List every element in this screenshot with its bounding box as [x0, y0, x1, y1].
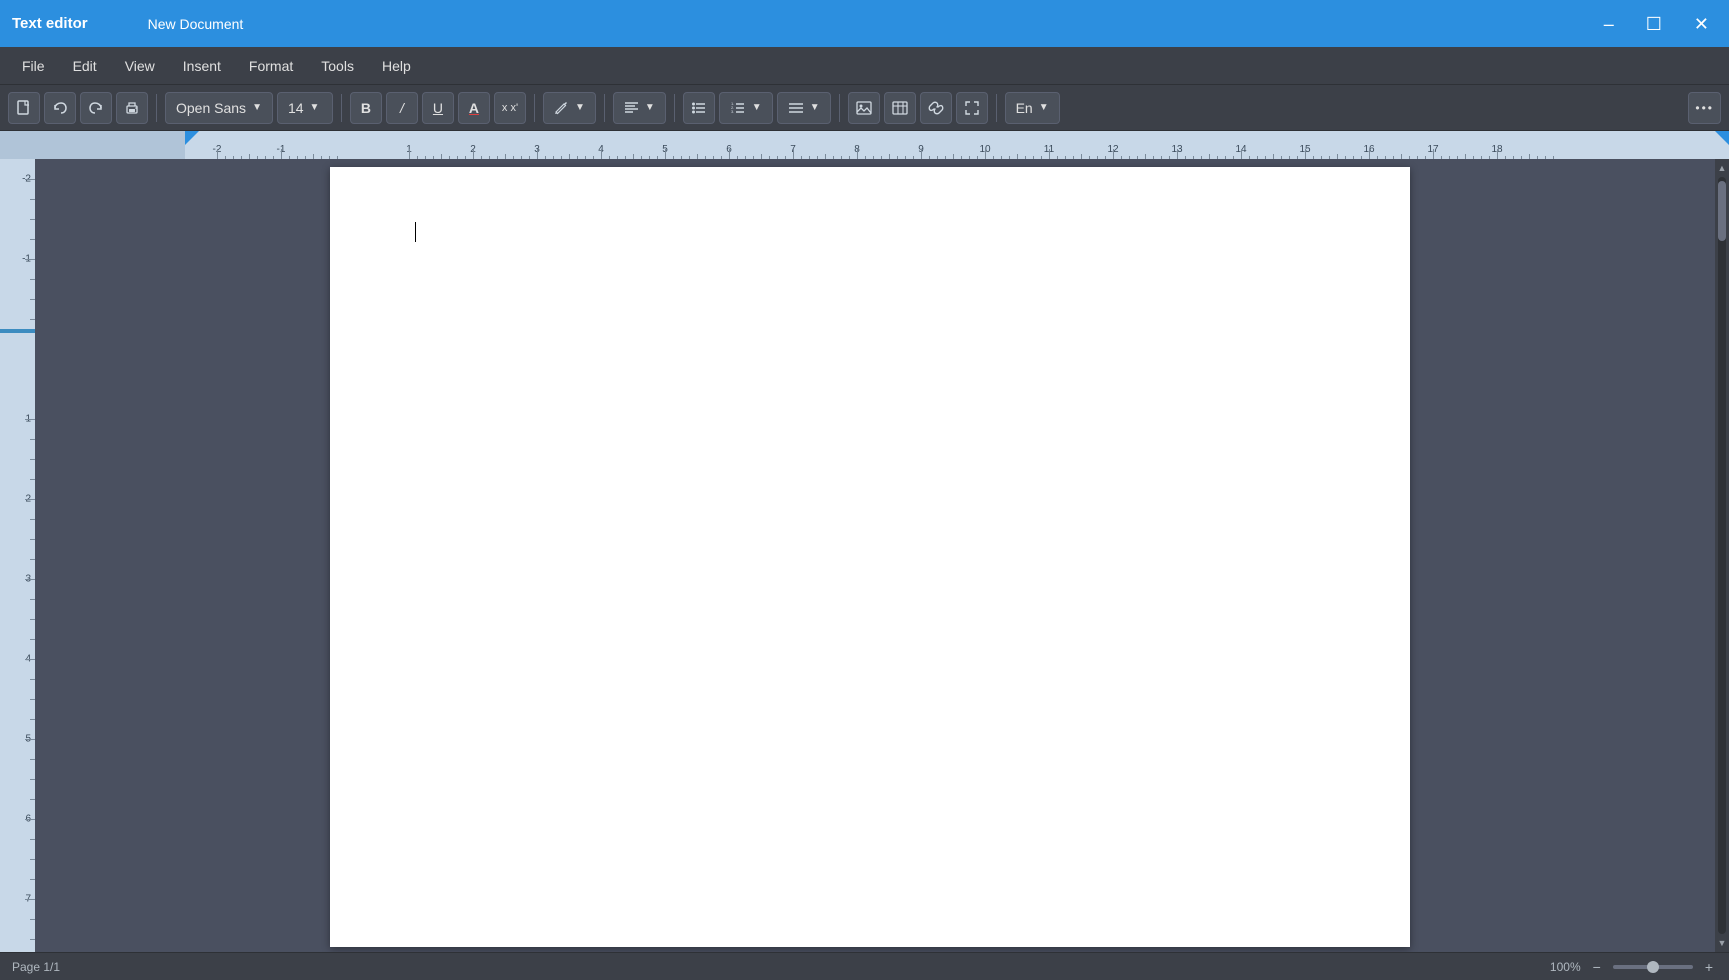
more-options-button[interactable]: ••• [1688, 92, 1721, 124]
v-ruler-active-marker [0, 329, 35, 333]
separator-1 [156, 94, 157, 122]
app-title: Text editor [12, 15, 88, 32]
close-button[interactable]: ✕ [1686, 11, 1717, 37]
image-icon [856, 100, 872, 116]
zoom-slider-thumb [1647, 961, 1659, 973]
ruler-marks: -2-1123456789101112131415161718 [185, 131, 1729, 159]
list-caret: ▼ [752, 102, 762, 113]
super-sub-button[interactable]: x x' [494, 92, 526, 124]
insert-link-button[interactable] [920, 92, 952, 124]
zoom-out-button[interactable]: − [1589, 957, 1605, 977]
fullscreen-button[interactable] [956, 92, 988, 124]
language-dropdown[interactable]: En ▼ [1005, 92, 1060, 124]
font-size-caret: ▼ [310, 102, 320, 113]
text-cursor [415, 222, 416, 242]
table-icon [892, 100, 908, 116]
zoom-level: 100% [1550, 960, 1581, 974]
separator-5 [674, 94, 675, 122]
maximize-button[interactable]: ☐ [1638, 11, 1670, 37]
font-color-icon: A [469, 100, 479, 116]
unordered-list-icon [691, 100, 707, 116]
page-info: Page 1/1 [12, 960, 60, 974]
new-file-button[interactable] [8, 92, 40, 124]
doc-title: New Document [148, 16, 244, 32]
document-page[interactable] [330, 167, 1410, 947]
menu-edit[interactable]: Edit [59, 52, 111, 80]
font-color-button[interactable]: A [458, 92, 490, 124]
pen-dropdown[interactable]: ▼ [543, 92, 596, 124]
bold-button[interactable]: B [350, 92, 382, 124]
menu-tools[interactable]: Tools [307, 52, 368, 80]
menu-view[interactable]: View [111, 52, 169, 80]
svg-text:3.: 3. [731, 109, 734, 114]
ruler-left-margin [0, 131, 185, 159]
link-icon [928, 100, 944, 116]
scroll-up-arrow[interactable]: ▲ [1715, 161, 1729, 175]
zoom-in-button[interactable]: + [1701, 957, 1717, 977]
pen-icon [554, 100, 569, 115]
horizontal-ruler: -2-1123456789101112131415161718 [0, 131, 1729, 159]
more-list-caret: ▼ [810, 102, 820, 113]
font-name-dropdown[interactable]: Open Sans ▼ [165, 92, 273, 124]
align-dropdown[interactable]: ▼ [613, 92, 666, 124]
menu-file[interactable]: File [8, 52, 59, 80]
align-icon [624, 100, 639, 115]
menu-format[interactable]: Format [235, 52, 307, 80]
document-canvas[interactable] [35, 159, 1715, 952]
vertical-ruler-marks: -2-11234567 [0, 159, 35, 952]
more-icon: ••• [1695, 101, 1714, 115]
menu-help[interactable]: Help [368, 52, 425, 80]
unordered-list-button[interactable] [683, 92, 715, 124]
scroll-track[interactable] [1718, 177, 1726, 934]
menu-insert[interactable]: Insent [169, 52, 235, 80]
content-area: -2-11234567 ▲ ▼ [0, 159, 1729, 952]
more-list-dropdown[interactable]: ▼ [777, 92, 831, 124]
list-dropdown[interactable]: 1. 2. 3. ▼ [719, 92, 773, 124]
more-list-icon [788, 100, 804, 116]
vertical-ruler: -2-11234567 [0, 159, 35, 952]
vertical-scrollbar[interactable]: ▲ ▼ [1715, 159, 1729, 952]
insert-image-button[interactable] [848, 92, 880, 124]
minimize-button[interactable]: – [1596, 11, 1622, 37]
status-right: 100% − + [1550, 957, 1717, 977]
font-name-label: Open Sans [176, 100, 246, 116]
lang-caret: ▼ [1039, 102, 1049, 113]
italic-button[interactable]: / [386, 92, 418, 124]
title-bar: Text editor New Document – ☐ ✕ [0, 0, 1729, 47]
menu-bar: File Edit View Insent Format Tools Help [0, 47, 1729, 85]
toolbar: Open Sans ▼ 14 ▼ B / U A x x' ▼ ▼ [0, 85, 1729, 131]
ordered-list-icon: 1. 2. 3. [730, 100, 746, 116]
redo-button[interactable] [80, 92, 112, 124]
separator-4 [604, 94, 605, 122]
fullscreen-icon [964, 100, 980, 116]
print-button[interactable] [116, 92, 148, 124]
font-size-dropdown[interactable]: 14 ▼ [277, 92, 333, 124]
insert-table-button[interactable] [884, 92, 916, 124]
zoom-slider[interactable] [1613, 965, 1693, 969]
separator-6 [839, 94, 840, 122]
status-bar: Page 1/1 100% − + [0, 952, 1729, 980]
scroll-thumb[interactable] [1718, 181, 1726, 241]
font-size-label: 14 [288, 100, 304, 116]
align-caret: ▼ [645, 102, 655, 113]
scroll-down-arrow[interactable]: ▼ [1715, 936, 1729, 950]
window-controls: – ☐ ✕ [1596, 11, 1717, 37]
pen-caret: ▼ [575, 102, 585, 113]
ruler-track: -2-1123456789101112131415161718 [185, 131, 1729, 159]
undo-button[interactable] [44, 92, 76, 124]
separator-3 [534, 94, 535, 122]
separator-7 [996, 94, 997, 122]
language-label: En [1016, 100, 1033, 116]
underline-button[interactable]: U [422, 92, 454, 124]
font-name-caret: ▼ [252, 102, 262, 113]
separator-2 [341, 94, 342, 122]
